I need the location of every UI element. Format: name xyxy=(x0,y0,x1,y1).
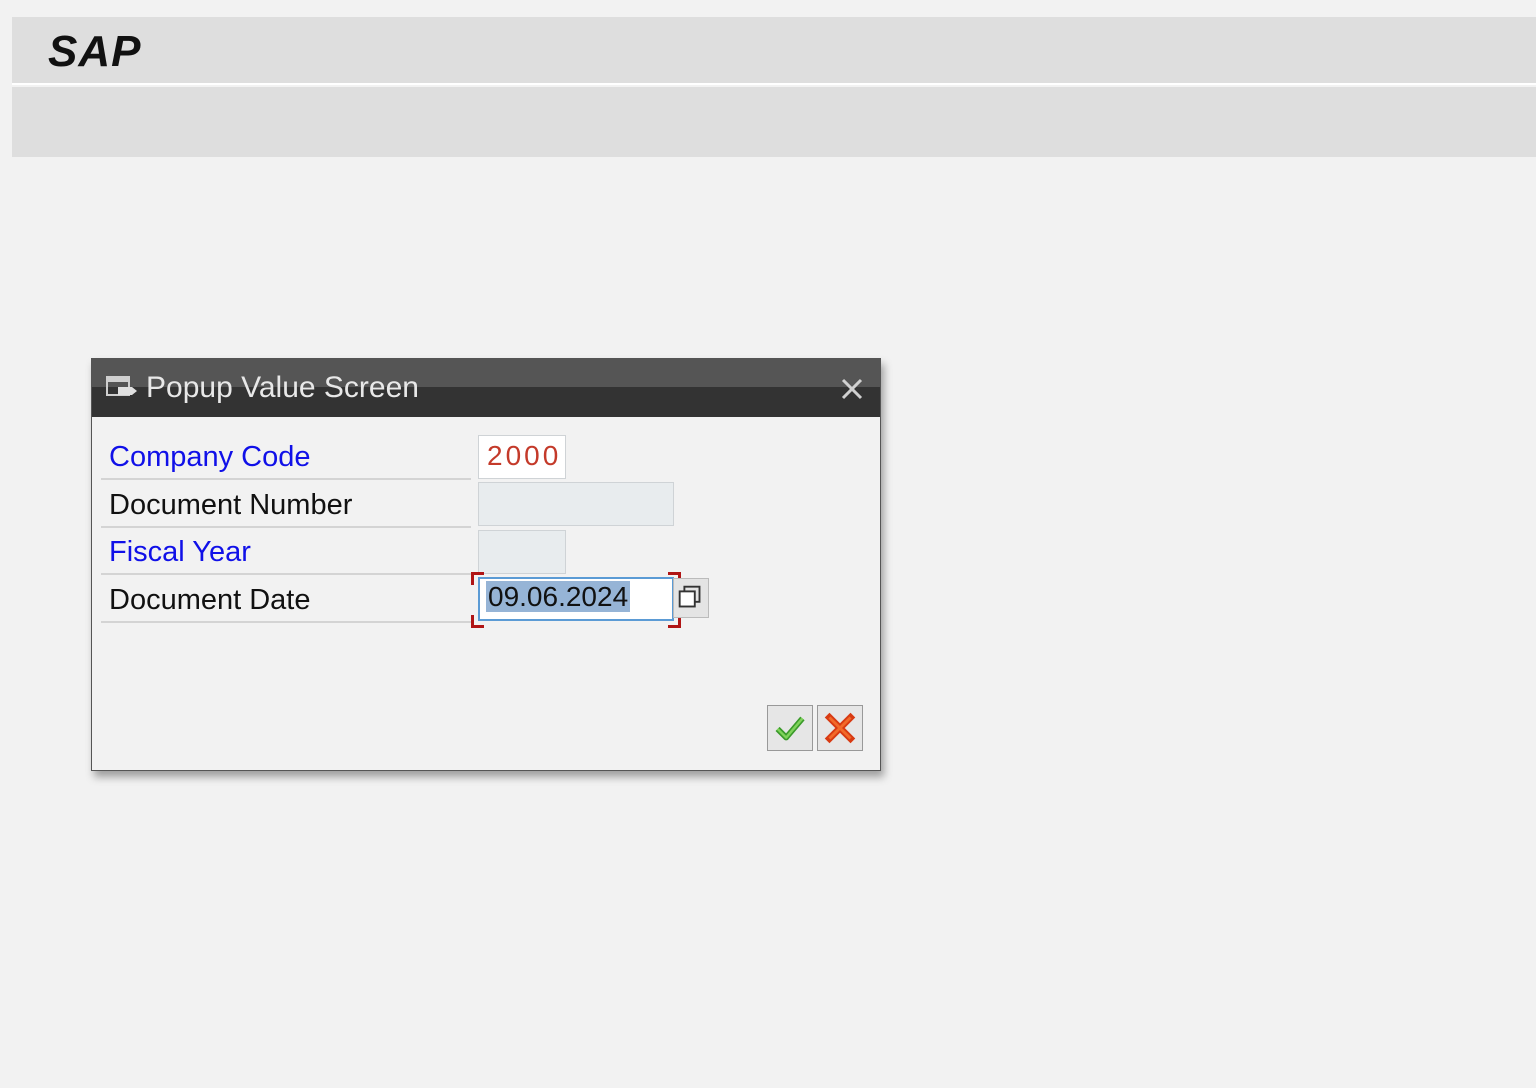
focus-corner xyxy=(471,615,484,628)
document-date-value: 09.06.2024 xyxy=(486,581,631,612)
app-title: SAP xyxy=(48,27,142,76)
close-icon[interactable] xyxy=(838,375,866,403)
fiscal-year-label: Fiscal Year xyxy=(109,536,251,568)
cancel-button[interactable] xyxy=(817,705,863,751)
title-bar: SAP xyxy=(12,17,1536,85)
row-document-number: Document Number xyxy=(101,479,471,528)
dialog-title: Popup Value Screen xyxy=(146,371,419,404)
row-document-date: Document Date xyxy=(101,574,471,623)
confirm-button[interactable] xyxy=(767,705,813,751)
document-number-field[interactable] xyxy=(478,482,674,526)
focus-corner xyxy=(471,572,484,585)
company-code-field[interactable]: 2000 xyxy=(478,435,566,479)
dialog-header[interactable]: Popup Value Screen xyxy=(92,359,880,417)
document-date-label: Document Date xyxy=(109,584,311,616)
green-check-icon xyxy=(775,716,805,741)
fiscal-year-field[interactable] xyxy=(478,530,566,574)
row-company-code: Company Code xyxy=(101,431,471,480)
popup-window-icon xyxy=(106,376,137,396)
company-code-label: Company Code xyxy=(109,441,311,473)
document-date-field[interactable]: 09.06.2024 xyxy=(478,577,674,621)
document-number-label: Document Number xyxy=(109,489,353,521)
red-x-icon xyxy=(824,712,856,744)
application-toolbar xyxy=(12,87,1536,157)
popup-dialog: Popup Value Screen Company Code 2000 Doc… xyxy=(91,358,881,771)
value-help-button[interactable] xyxy=(673,578,709,618)
row-fiscal-year: Fiscal Year xyxy=(101,526,471,575)
value-help-icon xyxy=(678,585,701,608)
